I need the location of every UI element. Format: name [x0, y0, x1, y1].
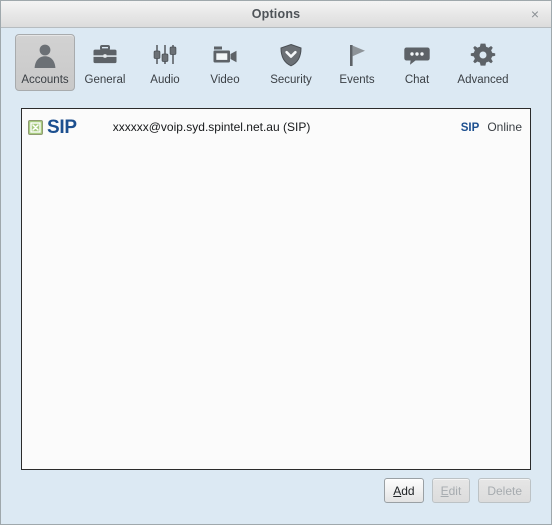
tab-audio[interactable]: Audio	[135, 34, 195, 91]
tab-events-label: Events	[339, 74, 375, 86]
edit-button-label: dit	[448, 483, 462, 498]
delete-button-label: Delete	[487, 483, 522, 498]
status-badge: Online	[487, 120, 522, 134]
tab-audio-label: Audio	[150, 74, 180, 86]
tab-chat[interactable]: Chat	[387, 34, 447, 91]
account-action-buttons: Add Edit Delete	[1, 470, 551, 524]
settings-toolbar: Accounts General Audio Video Security Ev…	[1, 28, 551, 100]
account-protocol-label: SIP	[460, 122, 480, 134]
tab-accounts[interactable]: Accounts	[15, 34, 75, 91]
account-list-item[interactable]: SIP xxxxxx@voip.syd.spintel.net.au (SIP)…	[22, 112, 530, 142]
flag-icon	[339, 39, 375, 71]
tab-security-label: Security	[270, 74, 312, 86]
tab-general[interactable]: General	[75, 34, 135, 91]
person-icon	[27, 39, 63, 71]
account-protocol-logo: SIP	[47, 116, 77, 138]
add-button-label: dd	[401, 483, 415, 498]
title-bar: Options ×	[1, 1, 551, 28]
tab-advanced-label: Advanced	[457, 74, 509, 86]
edit-button[interactable]: Edit	[431, 478, 471, 503]
enabled-checkbox-icon[interactable]	[28, 119, 43, 135]
add-button[interactable]: Add	[384, 478, 424, 503]
account-status-group: SIP Online	[461, 120, 522, 134]
delete-button[interactable]: Delete	[478, 478, 531, 503]
tab-video[interactable]: Video	[195, 34, 255, 91]
tab-video-label: Video	[210, 74, 240, 86]
tab-general-label: General	[84, 74, 126, 86]
speech-bubble-icon	[399, 39, 435, 71]
window-title: Options	[251, 7, 301, 21]
close-icon[interactable]: ×	[525, 4, 545, 24]
options-window: Options × Accounts General Audio Video S…	[0, 0, 552, 525]
add-button-mnemonic: A	[393, 483, 402, 498]
tab-accounts-label: Accounts	[21, 74, 69, 86]
account-name: xxxxxx@voip.syd.spintel.net.au (SIP)	[112, 120, 311, 134]
briefcase-icon	[87, 39, 123, 71]
accounts-list-panel[interactable]: SIP xxxxxx@voip.syd.spintel.net.au (SIP)…	[21, 108, 531, 470]
sliders-icon	[147, 39, 183, 71]
gear-icon	[465, 39, 501, 71]
tab-events[interactable]: Events	[327, 34, 387, 91]
shield-icon	[273, 39, 309, 71]
tab-chat-label: Chat	[404, 74, 430, 86]
tab-advanced[interactable]: Advanced	[447, 34, 519, 91]
edit-button-mnemonic: E	[440, 483, 449, 498]
tab-security[interactable]: Security	[255, 34, 327, 91]
camcorder-icon	[207, 39, 243, 71]
